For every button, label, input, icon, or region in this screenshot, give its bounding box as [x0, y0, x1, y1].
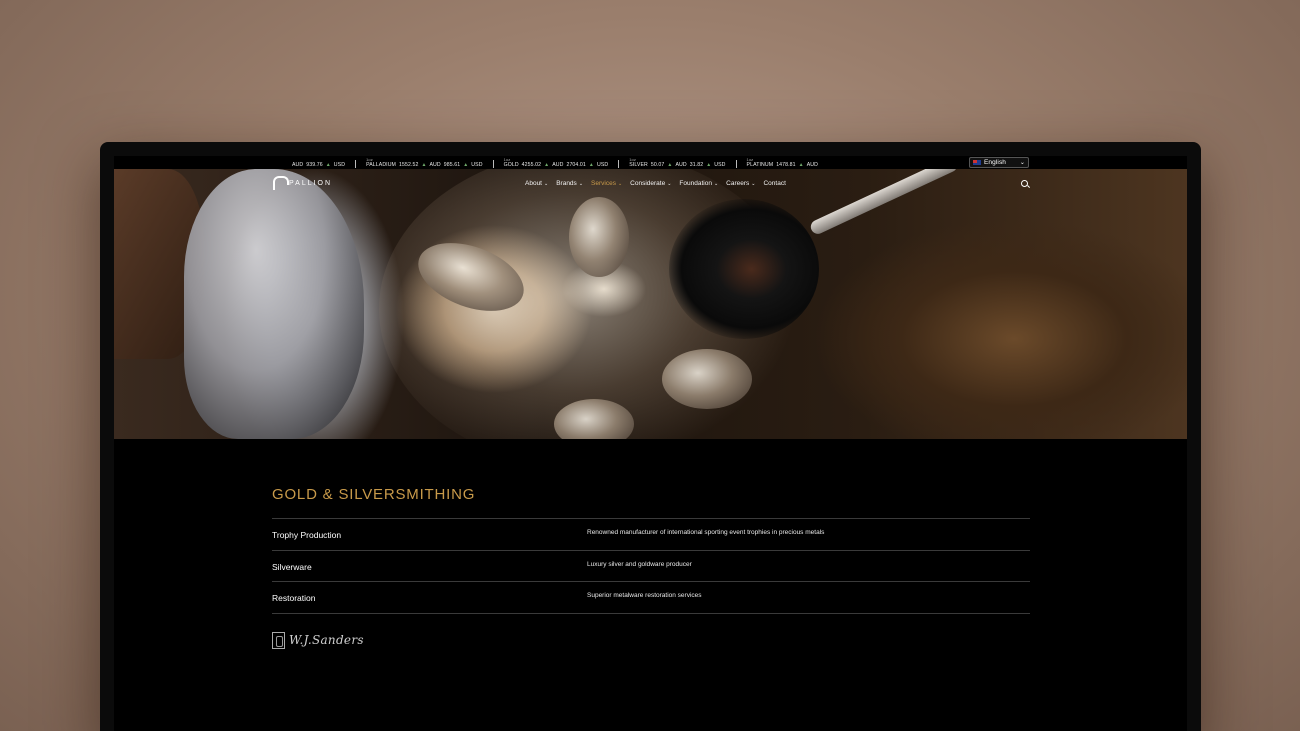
nav-item-brands[interactable]: Brands ⌄ — [556, 180, 583, 187]
language-selector[interactable]: English ⌄ — [969, 157, 1029, 168]
list-item[interactable]: Silverware Luxury silver and goldware pr… — [272, 551, 1030, 582]
service-name: Silverware — [272, 561, 312, 572]
service-name: Restoration — [272, 593, 316, 603]
service-description: Renowned manufacturer of international s… — [587, 529, 825, 536]
ticker-item: 1oz SILVER 50.07 ▲ AUD 31.82 ▲ USD — [619, 157, 737, 168]
up-arrow-icon: ▲ — [544, 162, 550, 168]
up-arrow-icon: ▲ — [798, 162, 804, 168]
hero-image — [114, 169, 1187, 439]
monitor-frame: AUD 939.76 ▲ USD 1oz PALLADIUM 1552.52 ▲… — [100, 142, 1201, 731]
up-arrow-icon: ▲ — [325, 162, 331, 168]
metal-price-ticker: AUD 939.76 ▲ USD 1oz PALLADIUM 1552.52 ▲… — [114, 156, 1187, 169]
nav-item-contact[interactable]: Contact — [763, 180, 785, 187]
ticker-item: AUD 939.76 ▲ USD — [282, 160, 357, 168]
up-arrow-icon: ▲ — [667, 162, 673, 168]
website-screen: AUD 939.76 ▲ USD 1oz PALLADIUM 1552.52 ▲… — [114, 156, 1187, 731]
chevron-down-icon: ⌄ — [1019, 160, 1025, 166]
services-list: Trophy Production Renowned manufacturer … — [272, 518, 1030, 614]
nav-item-about[interactable]: About ⌄ — [525, 180, 548, 187]
hero-plate-oval — [569, 197, 629, 277]
ticker-item: 1oz PLATINUM 1478.81 ▲ AUD — [746, 157, 818, 168]
chevron-down-icon: ⌄ — [667, 180, 672, 187]
service-description: Superior metalware restoration services — [587, 592, 702, 599]
service-name: Trophy Production — [272, 530, 342, 540]
search-icon[interactable] — [1020, 179, 1030, 189]
nav-menu: About ⌄ Brands ⌄ Services ⌄ Considerate ⌄ Fo… — [525, 180, 786, 187]
chevron-down-icon: ⌄ — [713, 180, 719, 187]
up-arrow-icon: ▲ — [421, 162, 427, 168]
hero-plate-oval — [662, 349, 752, 409]
flag-icon — [973, 160, 981, 165]
nav-item-services[interactable]: Services ⌄ — [591, 180, 622, 187]
services-section: GOLD & SILVERSMITHING Trophy Production … — [272, 486, 1030, 649]
pallion-logo[interactable]: PALLION — [273, 176, 332, 190]
up-arrow-icon: ▲ — [463, 162, 469, 168]
nav-item-considerate[interactable]: Considerate ⌄ — [630, 180, 671, 187]
ticker-item: 1oz GOLD 4255.02 ▲ AUD 2704.01 ▲ USD — [494, 157, 620, 168]
chevron-down-icon: ⌄ — [578, 180, 584, 187]
ticker-item: 1oz PALLADIUM 1552.52 ▲ AUD 985.61 ▲ USD — [356, 157, 494, 168]
section-title: GOLD & SILVERSMITHING — [272, 486, 476, 503]
service-description: Luxury silver and goldware producer — [587, 560, 692, 568]
wj-sanders-logo[interactable]: W.J.Sanders — [272, 631, 1030, 649]
nav-item-careers[interactable]: Careers ⌄ — [726, 180, 755, 187]
logo-icon — [273, 176, 289, 190]
crest-icon — [272, 631, 285, 649]
hero-glove — [184, 169, 364, 439]
up-arrow-icon: ▲ — [706, 162, 712, 168]
up-arrow-icon: ▲ — [588, 162, 594, 168]
chevron-down-icon: ⌄ — [544, 180, 549, 187]
chevron-down-icon: ⌄ — [617, 180, 623, 187]
main-navigation: PALLION About ⌄ Brands ⌄ Services ⌄ Conside… — [114, 169, 1187, 199]
chevron-down-icon: ⌄ — [751, 180, 756, 187]
list-item[interactable]: Restoration Superior metalware restorati… — [272, 582, 1030, 614]
nav-item-foundation[interactable]: Foundation ⌄ — [679, 180, 718, 187]
list-item[interactable]: Trophy Production Renowned manufacturer … — [272, 519, 1030, 551]
hero-polishing-brush — [669, 199, 819, 339]
